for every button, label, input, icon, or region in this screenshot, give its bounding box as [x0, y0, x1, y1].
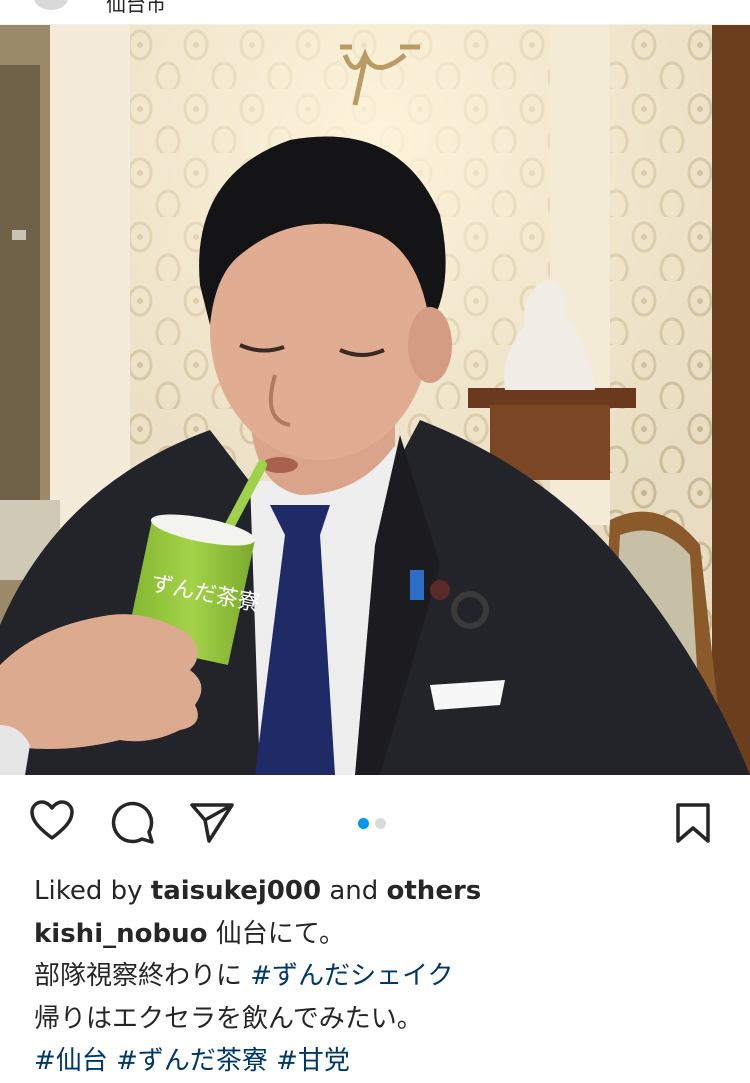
send-icon[interactable] — [189, 801, 235, 843]
likes-prefix: Liked by — [34, 876, 143, 906]
post-photo[interactable]: ずんだ茶寮 — [0, 25, 750, 775]
hashtag-zunda-shake[interactable]: #ずんだシェイク — [250, 961, 453, 991]
hashtag-sendai[interactable]: #仙台 — [34, 1046, 108, 1076]
hashtag-zunda-saryo[interactable]: #ずんだ茶寮 — [116, 1046, 268, 1076]
comment-icon[interactable] — [110, 800, 154, 844]
likes-others-link[interactable]: others — [387, 876, 482, 906]
liked-by-user[interactable]: taisukej000 — [151, 876, 321, 906]
likes-conj: and — [329, 876, 379, 906]
bookmark-icon[interactable] — [675, 802, 711, 844]
carousel-dot-2 — [375, 818, 386, 829]
caption-text-3: 帰りはエクセラを飲んでみたい。 — [34, 1003, 423, 1034]
post-header: 仙台市 — [0, 0, 750, 25]
caption-line-3: 帰りはエクセラを飲んでみたい。 — [34, 998, 724, 1041]
profile-avatar[interactable] — [34, 0, 68, 10]
caption-text-2: 部隊視察終わりに — [34, 961, 243, 991]
caption-text-1: 仙台にて。 — [215, 918, 345, 949]
hashtag-amato[interactable]: #甘党 — [276, 1046, 350, 1076]
caption-username[interactable]: kishi_nobuo — [34, 919, 207, 949]
heart-icon[interactable] — [30, 800, 74, 842]
caption-line-1: kishi_nobuo 仙台にて。 — [34, 913, 724, 956]
carousel-dot-1 — [358, 818, 369, 829]
carousel-indicator — [358, 818, 386, 829]
photo-scene: ずんだ茶寮 — [0, 25, 750, 775]
caption-line-2: 部隊視察終わりに #ずんだシェイク — [34, 955, 724, 998]
post-location[interactable]: 仙台市 — [106, 0, 166, 17]
likes-line: Liked by taisukej000 and others — [34, 870, 724, 913]
post-caption: Liked by taisukej000 and others kishi_no… — [34, 870, 724, 1083]
caption-hashtags: #仙台 #ずんだ茶寮 #甘党 — [34, 1040, 724, 1083]
action-bar — [0, 775, 750, 870]
